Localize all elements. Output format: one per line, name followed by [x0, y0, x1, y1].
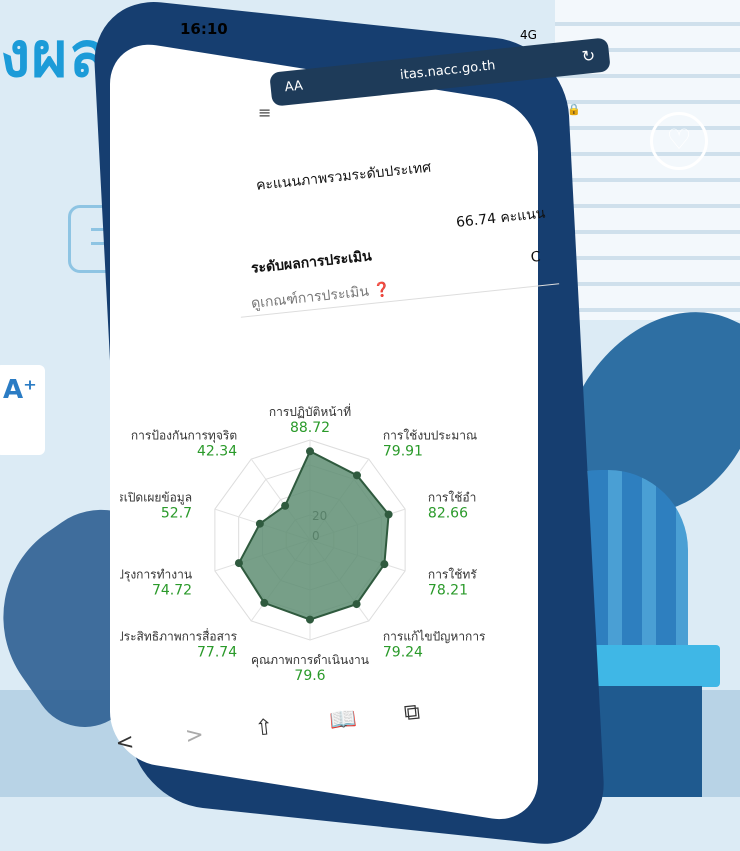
- lock-icon: 🔒: [567, 103, 581, 116]
- radar-chart: 020 การปฏิบัติหน้าที่88.72การใช้งบประมาณ…: [120, 403, 486, 680]
- radar-point: [255, 519, 264, 528]
- radar-point: [380, 560, 389, 569]
- grade-clipboard-icon: A⁺: [0, 365, 45, 455]
- radar-value-label: 79.6: [294, 668, 325, 680]
- radar-series: [234, 447, 393, 624]
- back-button[interactable]: <: [114, 730, 135, 757]
- radar-value-label: 77.74: [197, 644, 237, 660]
- radar-axis-label: ประสิทธิภาพการสื่อสาร: [120, 627, 238, 643]
- share-icon[interactable]: ⇧: [254, 715, 275, 742]
- radar-point: [352, 600, 361, 609]
- radar-axis-label: การแก้ไขปัญหาการ: [383, 629, 486, 643]
- radar-point: [306, 615, 314, 624]
- network-indicator: 4G: [520, 28, 537, 42]
- radar-value-label: 42.34: [197, 444, 237, 460]
- radar-axis-label: คุณภาพการดำเนินงาน: [251, 653, 369, 668]
- help-icon[interactable]: ❓: [372, 281, 391, 299]
- radar-area: [237, 449, 390, 621]
- forward-button[interactable]: >: [184, 722, 205, 749]
- status-time: 16:10: [180, 20, 228, 38]
- radar-point: [281, 501, 290, 510]
- rating-value: C: [530, 248, 542, 266]
- radar-value-label: 74.72: [152, 582, 192, 598]
- tabs-icon[interactable]: ⧉: [403, 700, 421, 727]
- radar-axis-label: การปฏิบัติหน้าที่: [269, 403, 351, 419]
- radar-point: [352, 471, 361, 480]
- radar-axis-label: การปรับปรุงการทำงาน: [120, 567, 192, 582]
- radar-value-label: 79.91: [383, 444, 423, 460]
- radar-point: [260, 598, 269, 607]
- radar-value-label: 78.21: [428, 582, 468, 598]
- radar-axis-label: การใช้ทรั: [428, 567, 477, 581]
- url-text[interactable]: itas.nacc.go.th: [399, 58, 496, 83]
- hamburger-menu-icon[interactable]: ≡: [258, 103, 271, 122]
- radar-axis-label: การใช้งบประมาณ: [383, 429, 477, 443]
- radar-value-label: 88.72: [290, 420, 330, 436]
- radar-point: [306, 447, 314, 456]
- text-size-button[interactable]: AA: [284, 78, 304, 95]
- radar-axis-label: การใช้อำ: [428, 491, 476, 505]
- reload-icon[interactable]: ↻: [581, 46, 596, 66]
- radar-axis-label: การป้องกันการทุจริต: [131, 429, 237, 444]
- radar-point: [234, 559, 243, 568]
- radar-value-label: 82.66: [428, 506, 468, 522]
- radar-value-label: 79.24: [383, 644, 423, 660]
- radar-point: [384, 510, 393, 519]
- radar-value-label: 52.7: [161, 506, 192, 522]
- background-title: งผล: [0, 18, 108, 91]
- radar-axis-label: การเปิดเผยข้อมูล: [120, 491, 192, 506]
- heart-icon: ♡: [650, 112, 708, 170]
- bookmarks-icon[interactable]: 📖: [328, 706, 358, 734]
